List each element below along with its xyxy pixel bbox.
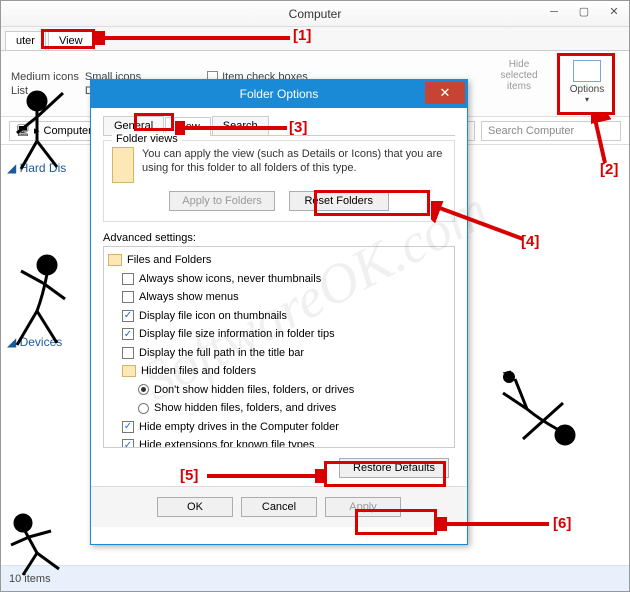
tab-view[interactable]: View — [48, 31, 94, 50]
apply-button[interactable]: Apply — [325, 497, 401, 517]
search-input[interactable]: Search Computer — [481, 121, 621, 141]
setting-full-path[interactable]: Display the full path in the title bar — [106, 344, 452, 363]
setting-hide-ext[interactable]: ✓Hide extensions for known file types — [106, 436, 452, 448]
options-button[interactable]: Options ▾ — [559, 55, 615, 109]
window-titlebar: Computer ─ ▢ ✕ — [1, 1, 629, 27]
setting-hide-empty[interactable]: ✓Hide empty drives in the Computer folde… — [106, 418, 452, 437]
advanced-settings-label: Advanced settings: — [103, 232, 455, 244]
options-label: Options — [570, 84, 604, 95]
dialog-close-button[interactable]: ✕ — [425, 82, 465, 104]
setting-file-size-tips[interactable]: ✓Display file size information in folder… — [106, 325, 452, 344]
checkbox-icon: ✓ — [122, 310, 134, 322]
hide-selected-items: Hide selected items — [491, 59, 547, 92]
ok-button[interactable]: OK — [157, 497, 233, 517]
setting-always-icons[interactable]: Always show icons, never thumbnails — [106, 270, 452, 289]
cancel-button[interactable]: Cancel — [241, 497, 317, 517]
setting-always-menus[interactable]: Always show menus — [106, 288, 452, 307]
breadcrumb-text: Computer — [44, 125, 92, 137]
folder-views-icon — [112, 147, 134, 183]
dialog-title: Folder Options — [240, 87, 319, 101]
ribbon-tabs: uter View — [1, 27, 629, 51]
setting-show-hidden[interactable]: Show hidden files, folders, and drives — [106, 399, 452, 418]
folder-views-group: Folder views You can apply the view (suc… — [103, 140, 455, 222]
window-title: Computer — [289, 7, 342, 21]
folder-views-legend: Folder views — [112, 133, 182, 145]
checkbox-icon — [122, 291, 134, 303]
radio-icon — [138, 403, 149, 414]
setting-file-icon-thumb[interactable]: ✓Display file icon on thumbnails — [106, 307, 452, 326]
setting-dont-show-hidden[interactable]: Don't show hidden files, folders, or dri… — [106, 381, 452, 400]
folder-icon — [122, 365, 136, 377]
radio-icon — [138, 384, 149, 395]
options-icon — [573, 60, 601, 82]
tab-computer[interactable]: uter — [5, 31, 46, 50]
reset-folders-button[interactable]: Reset Folders — [289, 191, 389, 211]
status-bar: 10 items — [1, 565, 629, 591]
folder-options-dialog: Folder Options ✕ General View Search Fol… — [90, 79, 468, 545]
checkbox-icon — [122, 347, 134, 359]
checkbox-icon: ✓ — [122, 439, 134, 448]
minimize-button[interactable]: ─ — [539, 1, 569, 23]
folder-views-text: You can apply the view (such as Details … — [142, 147, 446, 183]
tree-hidden-group: Hidden files and folders — [106, 362, 452, 381]
checkbox-icon: ✓ — [122, 421, 134, 433]
chevron-down-icon: ▾ — [585, 95, 589, 104]
layout-medium-icons[interactable]: Medium icons — [11, 71, 79, 83]
dialog-titlebar: Folder Options ✕ — [91, 80, 467, 108]
apply-to-folders-button[interactable]: Apply to Folders — [169, 191, 274, 211]
dialog-tab-search[interactable]: Search — [212, 116, 269, 135]
status-text: 10 items — [9, 573, 51, 585]
checkbox-icon — [122, 273, 134, 285]
restore-defaults-button[interactable]: Restore Defaults — [339, 458, 449, 478]
tree-root: Files and Folders — [106, 251, 452, 270]
folder-icon — [108, 254, 122, 266]
maximize-button[interactable]: ▢ — [569, 1, 599, 23]
dialog-button-bar: OK Cancel Apply — [91, 486, 467, 527]
advanced-settings-tree[interactable]: Files and Folders Always show icons, nev… — [103, 246, 455, 448]
close-button[interactable]: ✕ — [599, 1, 629, 23]
layout-list[interactable]: List — [11, 85, 28, 97]
checkbox-icon: ✓ — [122, 328, 134, 340]
